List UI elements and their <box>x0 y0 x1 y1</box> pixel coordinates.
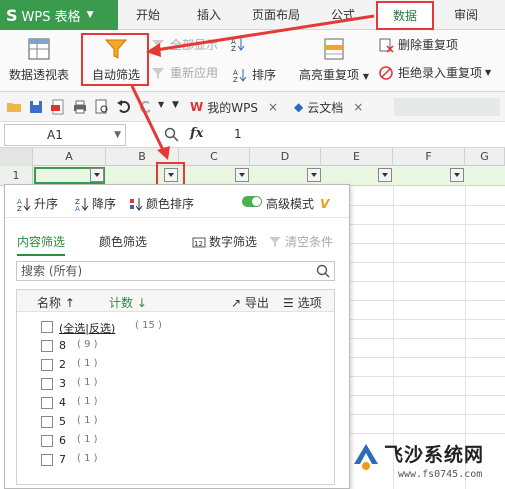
list-item[interactable]: 2 ( 1 ) <box>17 356 334 375</box>
list-item-label: 3 <box>59 377 66 390</box>
advanced-mode-toggle[interactable] <box>242 196 262 207</box>
clear-condition-label: 清空条件 <box>285 235 334 249</box>
sort-ascending-button[interactable]: AZ 升序 <box>17 195 58 212</box>
export-button[interactable]: ↗ 导出 <box>231 294 269 311</box>
divider <box>5 217 349 218</box>
sort-by-count-button[interactable]: 计数 ↓ <box>109 294 147 311</box>
list-item-count: ( 1 ) <box>77 453 98 464</box>
list-item[interactable]: 6 ( 1 ) <box>17 432 334 451</box>
color-sort-button[interactable]: 颜色排序 <box>129 195 194 212</box>
list-item-count: ( 1 ) <box>77 396 98 407</box>
watermark: 飞沙系统网 www.fs0745.com <box>350 436 502 486</box>
sort-ascending-icon: AZ <box>17 197 31 211</box>
tab-color-filter[interactable]: 颜色筛选 <box>99 233 147 250</box>
list-item-label: 5 <box>59 415 66 428</box>
number-filter-button[interactable]: 12 数字筛选 <box>192 233 257 250</box>
list-item[interactable]: 4 ( 1 ) <box>17 394 334 413</box>
watermark-title: 飞沙系统网 <box>384 444 485 466</box>
col-name-label: 名称 <box>37 296 62 310</box>
checkbox[interactable] <box>41 378 53 390</box>
checkbox[interactable] <box>41 359 53 371</box>
list-item-count: ( 1 ) <box>77 415 98 426</box>
list-item-count: ( 1 ) <box>77 358 98 369</box>
list-item[interactable]: 5 ( 1 ) <box>17 413 334 432</box>
sort-by-name-button[interactable]: 名称 ↑ <box>37 294 75 311</box>
svg-text:12: 12 <box>194 240 203 248</box>
clear-condition-button[interactable]: 清空条件 <box>268 233 333 250</box>
filter-popup: AZ 升序 ZA 降序 颜色排序 高级模式 V 内容筛选 颜色筛选 12 数字筛… <box>4 184 350 489</box>
list-item-select-all[interactable]: (全选|反选) ( 15 ) <box>17 318 334 337</box>
filter-list-header: 名称 ↑ 计数 ↓ ↗ 导出 ☰ 选项 <box>17 290 334 312</box>
list-item[interactable]: 8 ( 9 ) <box>17 337 334 356</box>
sort-descending-button[interactable]: ZA 降序 <box>75 195 116 212</box>
search-placeholder: 搜索 (所有) <box>21 264 83 278</box>
list-item-label: 6 <box>59 434 66 447</box>
checkbox[interactable] <box>41 397 53 409</box>
color-sort-icon <box>130 197 143 211</box>
list-item-label: 4 <box>59 396 66 409</box>
col-count-label: 计数 <box>109 296 134 310</box>
checkbox[interactable] <box>41 416 53 428</box>
color-sort-label: 颜色排序 <box>146 197 195 211</box>
select-all-count: ( 15 ) <box>135 320 162 331</box>
svg-text:Z: Z <box>17 205 22 211</box>
checkbox[interactable] <box>41 454 53 466</box>
export-icon: ↗ <box>231 296 242 310</box>
vip-icon: V <box>320 196 330 211</box>
sort-ascending-label: 升序 <box>34 197 59 211</box>
options-button[interactable]: ☰ 选项 <box>283 294 322 311</box>
svg-text:A: A <box>75 205 80 211</box>
export-label: 导出 <box>244 296 269 310</box>
list-item-count: ( 9 ) <box>77 339 98 350</box>
advanced-mode-label-wrap: 高级模式 V <box>266 195 329 212</box>
list-item-label: 2 <box>59 358 66 371</box>
clear-filter-icon <box>269 236 281 247</box>
search-icon[interactable] <box>316 264 330 278</box>
options-label: 选项 <box>297 296 322 310</box>
filter-search-input[interactable]: 搜索 (所有) <box>16 261 335 281</box>
list-item[interactable]: 3 ( 1 ) <box>17 375 334 394</box>
number-filter-icon: 12 <box>192 237 206 248</box>
select-all-label[interactable]: (全选|反选) <box>59 320 115 336</box>
list-item-count: ( 1 ) <box>77 377 98 388</box>
arrow-down-icon: ↓ <box>136 296 147 310</box>
sort-descending-label: 降序 <box>92 197 117 211</box>
checkbox[interactable] <box>41 435 53 447</box>
filter-value-list: 名称 ↑ 计数 ↓ ↗ 导出 ☰ 选项 (全选|反选) ( 15 ) 8 ( 9… <box>16 289 335 485</box>
checkbox[interactable] <box>41 321 53 333</box>
advanced-mode-label: 高级模式 <box>266 197 315 211</box>
list-item[interactable]: 7 ( 1 ) <box>17 451 334 470</box>
list-item-label: 8 <box>59 339 66 352</box>
tab-content-filter[interactable]: 内容筛选 <box>17 233 66 256</box>
number-filter-label: 数字筛选 <box>209 235 258 249</box>
watermark-logo-icon <box>354 444 378 470</box>
checkbox[interactable] <box>41 340 53 352</box>
sort-descending-icon: ZA <box>75 197 89 211</box>
watermark-url: www.fs0745.com <box>398 469 483 480</box>
arrow-up-icon: ↑ <box>64 296 75 310</box>
options-icon: ☰ <box>283 296 294 310</box>
list-item-label: 7 <box>59 453 66 466</box>
list-item-count: ( 1 ) <box>77 434 98 445</box>
